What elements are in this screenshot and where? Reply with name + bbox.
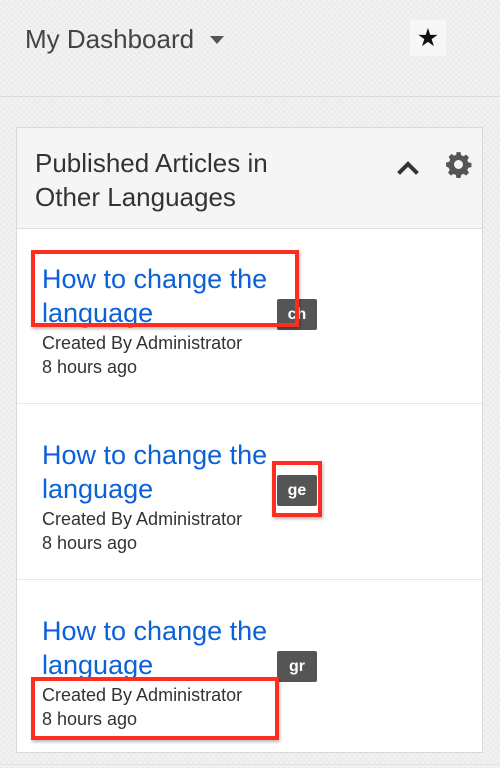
article-title-line: How to change the bbox=[42, 440, 268, 470]
article-title-line: How to change the bbox=[42, 264, 268, 294]
article-list: How to change the language ch Created By… bbox=[17, 228, 482, 752]
created-time-text: 8 hours ago bbox=[42, 357, 138, 377]
article-meta: Created By Administrator 8 hours ago bbox=[42, 683, 242, 731]
chevron-down-icon[interactable] bbox=[210, 36, 225, 44]
created-by-text: Created By Administrator bbox=[42, 333, 243, 353]
dashboard-selector[interactable]: My Dashboard bbox=[25, 22, 225, 56]
article-title-line: language bbox=[42, 474, 154, 504]
dashboard-header: My Dashboard ★ bbox=[0, 0, 500, 97]
language-badge: ge bbox=[277, 475, 317, 506]
article-link[interactable]: How to change the language bbox=[42, 614, 267, 682]
created-time-text: 8 hours ago bbox=[42, 709, 138, 729]
created-by-text: Created By Administrator bbox=[42, 685, 243, 705]
article-title-line: How to change the bbox=[42, 616, 268, 646]
language-badge: gr bbox=[277, 651, 317, 682]
article-item-ge: How to change the language ge Created By… bbox=[17, 404, 482, 580]
dashlet-header: Published Articles in Other Languages bbox=[17, 128, 482, 229]
created-by-text: Created By Administrator bbox=[42, 509, 243, 529]
dashlet-title: Published Articles in Other Languages bbox=[35, 148, 268, 212]
gear-icon-shape bbox=[445, 151, 471, 178]
article-meta: Created By Administrator 8 hours ago bbox=[42, 331, 242, 379]
dashboard-title: My Dashboard bbox=[25, 24, 195, 54]
gear-icon[interactable] bbox=[443, 149, 473, 179]
article-title-line: language bbox=[42, 298, 154, 328]
favorite-star-icon[interactable]: ★ bbox=[410, 20, 446, 56]
article-title-line: language bbox=[42, 650, 154, 680]
published-articles-dashlet: Published Articles in Other Languages Ho… bbox=[16, 127, 483, 753]
article-meta: Created By Administrator 8 hours ago bbox=[42, 507, 242, 555]
chevron-up-icon-shape bbox=[397, 161, 419, 175]
article-link[interactable]: How to change the language bbox=[42, 438, 267, 506]
chevron-up-icon[interactable] bbox=[391, 151, 425, 185]
article-item-ch: How to change the language ch Created By… bbox=[17, 228, 482, 404]
language-badge: ch bbox=[277, 299, 317, 330]
article-item-gr: How to change the language gr Created By… bbox=[17, 580, 482, 752]
created-time-text: 8 hours ago bbox=[42, 533, 138, 553]
article-link[interactable]: How to change the language bbox=[42, 262, 267, 330]
page-bottom-divider bbox=[0, 764, 500, 765]
